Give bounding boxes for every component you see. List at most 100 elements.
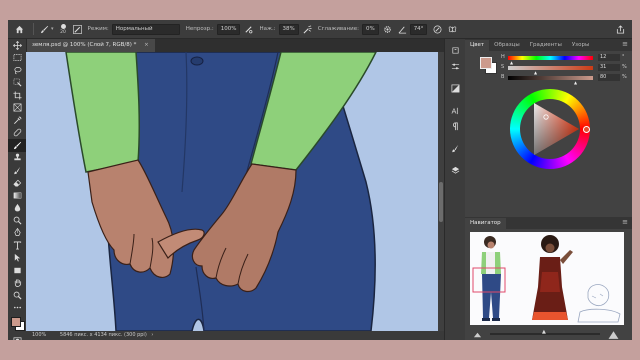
right-panels: Цвет Образцы Градиенты Узоры ≡ H ▲ 12 ° …	[465, 39, 632, 340]
color-wheel[interactable]	[510, 89, 590, 169]
gear-icon[interactable]	[383, 25, 392, 34]
brightness-slider-thumb[interactable]: ▲	[574, 80, 577, 85]
brush-size-picker[interactable]: 20	[57, 20, 70, 38]
opacity-field[interactable]: 100%	[216, 23, 241, 35]
dodge-tool[interactable]	[8, 214, 26, 227]
brush-tool[interactable]	[8, 139, 26, 152]
paragraph-panel-button[interactable]: A	[445, 102, 465, 118]
zoom-in-icon[interactable]	[608, 329, 619, 340]
move-tool[interactable]	[8, 39, 26, 52]
hue-value[interactable]: 12	[598, 54, 620, 61]
more-tools-button[interactable]	[8, 302, 26, 315]
eyedropper-tool[interactable]	[8, 114, 26, 127]
selection-brush-icon	[13, 78, 21, 87]
bandage-icon	[13, 128, 21, 137]
angle-field[interactable]: 74°	[409, 23, 428, 35]
navigator-zoom-thumb[interactable]: ▲	[542, 329, 546, 335]
panel-menu-icon[interactable]: ≡	[622, 40, 628, 48]
zoom-level[interactable]: 100%	[32, 332, 46, 338]
pen-icon	[13, 228, 21, 237]
close-icon[interactable]: ×	[144, 42, 149, 48]
type-tool[interactable]	[8, 239, 26, 252]
clone-stamp-tool[interactable]	[8, 152, 26, 165]
pressure-label: Наж.:	[259, 26, 276, 32]
mode-select[interactable]: Нормальный	[111, 23, 180, 35]
pen-tool[interactable]	[8, 227, 26, 240]
brush-icon	[13, 141, 21, 149]
share-button[interactable]	[613, 20, 628, 38]
status-menu-arrow[interactable]: ›	[151, 332, 153, 338]
hue-label: H	[501, 54, 505, 60]
adjustments-panel-button[interactable]	[445, 80, 465, 96]
document-canvas[interactable]	[26, 52, 438, 331]
eraser-tool[interactable]	[8, 177, 26, 190]
panel-foreground-swatch[interactable]	[480, 57, 492, 69]
brush-size-value: 20	[60, 29, 66, 35]
tool-preset-picker[interactable]: ▾	[37, 20, 57, 38]
hue-slider[interactable]	[508, 56, 593, 60]
hue-row: H ▲ 12 °	[501, 54, 629, 65]
marquee-icon	[13, 54, 21, 62]
pressure-control: Наж.: 38%	[256, 20, 314, 38]
history-brush-icon	[13, 166, 20, 174]
separator	[33, 23, 34, 35]
butterfly-icon	[449, 26, 457, 32]
opacity-pressure-icon[interactable]	[244, 25, 253, 34]
shape-tool[interactable]	[8, 264, 26, 277]
pressure-size-toggle[interactable]	[430, 20, 445, 38]
history-panel-button[interactable]	[445, 42, 465, 58]
brightness-slider[interactable]	[508, 76, 593, 80]
zoom-tool[interactable]	[8, 289, 26, 302]
tab-navigator[interactable]: Навигатор	[465, 218, 506, 229]
tab-gradients[interactable]: Градиенты	[525, 40, 567, 51]
angle-control: 74°	[395, 20, 431, 38]
foreground-color-swatch[interactable]	[11, 317, 21, 327]
symmetry-button[interactable]	[445, 20, 460, 38]
marquee-tool[interactable]	[8, 52, 26, 65]
navigator-preview[interactable]	[470, 232, 624, 325]
brushes-panel-button[interactable]	[445, 140, 465, 156]
brightness-unit: %	[622, 74, 627, 80]
navigator-zoom-slider[interactable]: ▲	[490, 329, 600, 335]
properties-panel-button[interactable]	[445, 58, 465, 74]
scrollbar-thumb[interactable]	[439, 182, 443, 222]
paragraph-icon-button[interactable]	[445, 118, 465, 134]
object-selection-tool[interactable]	[8, 77, 26, 90]
navigator-tabs: Навигатор ≡	[465, 217, 632, 229]
blur-tool[interactable]	[8, 202, 26, 215]
brush-settings-toggle[interactable]	[70, 20, 85, 38]
eyedropper-icon	[13, 116, 21, 124]
zoom-out-icon[interactable]	[473, 330, 482, 339]
hue-ring-marker[interactable]	[583, 126, 590, 133]
history-brush-tool[interactable]	[8, 164, 26, 177]
tab-swatches[interactable]: Образцы	[489, 40, 525, 51]
frame-tool[interactable]	[8, 102, 26, 115]
quick-mask-button[interactable]	[8, 334, 26, 340]
opacity-label: Непрозр.:	[185, 26, 214, 32]
lasso-tool[interactable]	[8, 64, 26, 77]
document-tab[interactable]: земля.psd @ 100% (Слой 7, RGB/8) * ×	[26, 39, 155, 52]
layers-panel-button[interactable]	[445, 162, 465, 178]
brightness-value[interactable]: 80	[598, 74, 620, 81]
tab-patterns[interactable]: Узоры	[567, 40, 594, 51]
smoothing-field[interactable]: 0%	[361, 23, 379, 35]
svg-text:A: A	[451, 106, 456, 114]
color-triangle[interactable]	[510, 89, 590, 169]
color-panel-tabs: Цвет Образцы Градиенты Узоры ≡	[465, 39, 632, 51]
saturation-value[interactable]: 31	[598, 64, 620, 71]
navigator-menu-icon[interactable]: ≡	[622, 218, 628, 226]
path-selection-tool[interactable]	[8, 252, 26, 265]
healing-brush-tool[interactable]	[8, 127, 26, 140]
status-bar: 100% 5846 пикс. x 4134 пикс. (300 ppi) ›	[26, 331, 444, 340]
brushes-icon	[451, 144, 458, 152]
tab-color[interactable]: Цвет	[465, 40, 490, 51]
crop-tool[interactable]	[8, 89, 26, 102]
pressure-field[interactable]: 38%	[278, 23, 299, 35]
saturation-slider[interactable]	[508, 66, 593, 70]
home-button[interactable]	[8, 20, 30, 38]
document-tab-bar: земля.psd @ 100% (Слой 7, RGB/8) * ×	[26, 39, 444, 52]
gradient-tool[interactable]	[8, 189, 26, 202]
smoothing-control: Сглаживание: 0%	[315, 20, 395, 38]
hand-tool[interactable]	[8, 277, 26, 290]
airbrush-icon[interactable]	[303, 25, 312, 34]
